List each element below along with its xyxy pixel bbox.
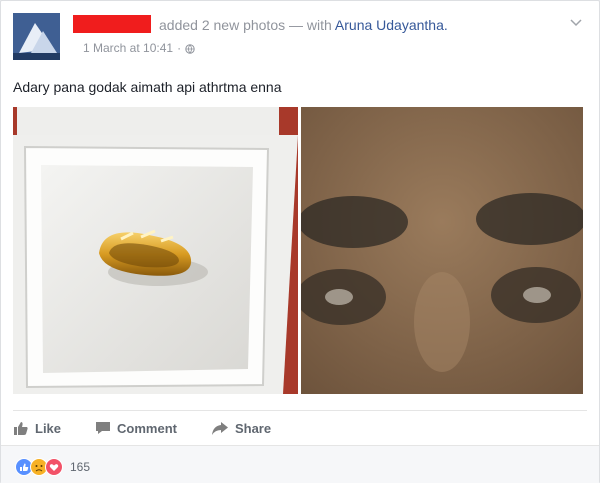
tagged-person-link[interactable]: Aruna Udayantha. bbox=[335, 17, 448, 33]
post-meta: 1 March at 10:41 · bbox=[83, 41, 195, 55]
comment-icon bbox=[95, 420, 111, 436]
action-bar: Like Comment Share bbox=[13, 415, 587, 441]
meta-separator: · bbox=[177, 41, 182, 55]
photo-grid bbox=[13, 107, 583, 394]
like-label: Like bbox=[35, 420, 62, 436]
love-reaction-icon bbox=[45, 458, 63, 476]
action-divider bbox=[13, 410, 587, 411]
reaction-count[interactable]: 165 bbox=[70, 460, 90, 474]
thumbs-up-icon bbox=[13, 420, 29, 436]
comment-label: Comment bbox=[117, 420, 177, 436]
post-card: added 2 new photos — with Aruna Udayanth… bbox=[0, 0, 600, 483]
share-label: Share bbox=[234, 420, 272, 436]
post-timestamp[interactable]: 1 March at 10:41 bbox=[83, 41, 173, 55]
reaction-summary[interactable]: 165 bbox=[15, 458, 90, 476]
like-button[interactable]: Like bbox=[13, 420, 61, 436]
globe-icon bbox=[185, 43, 195, 54]
share-button[interactable]: Share bbox=[211, 420, 271, 436]
chevron-down-icon[interactable] bbox=[569, 15, 583, 29]
post-text: Adary pana godak aimath api athrtma enna bbox=[13, 79, 282, 95]
redacted-author-name bbox=[73, 15, 151, 33]
comment-button[interactable]: Comment bbox=[95, 420, 177, 436]
share-icon bbox=[211, 420, 229, 436]
ring-photo[interactable] bbox=[13, 107, 298, 394]
post-headline: added 2 new photos — with Aruna Udayanth… bbox=[159, 17, 448, 33]
avatar[interactable] bbox=[13, 13, 60, 60]
reactions-footer: 165 bbox=[1, 445, 599, 483]
post-header: added 2 new photos — with Aruna Udayanth… bbox=[13, 13, 587, 60]
headline-prefix: added 2 new photos — with bbox=[159, 17, 332, 33]
face-closeup-photo[interactable] bbox=[301, 107, 583, 394]
